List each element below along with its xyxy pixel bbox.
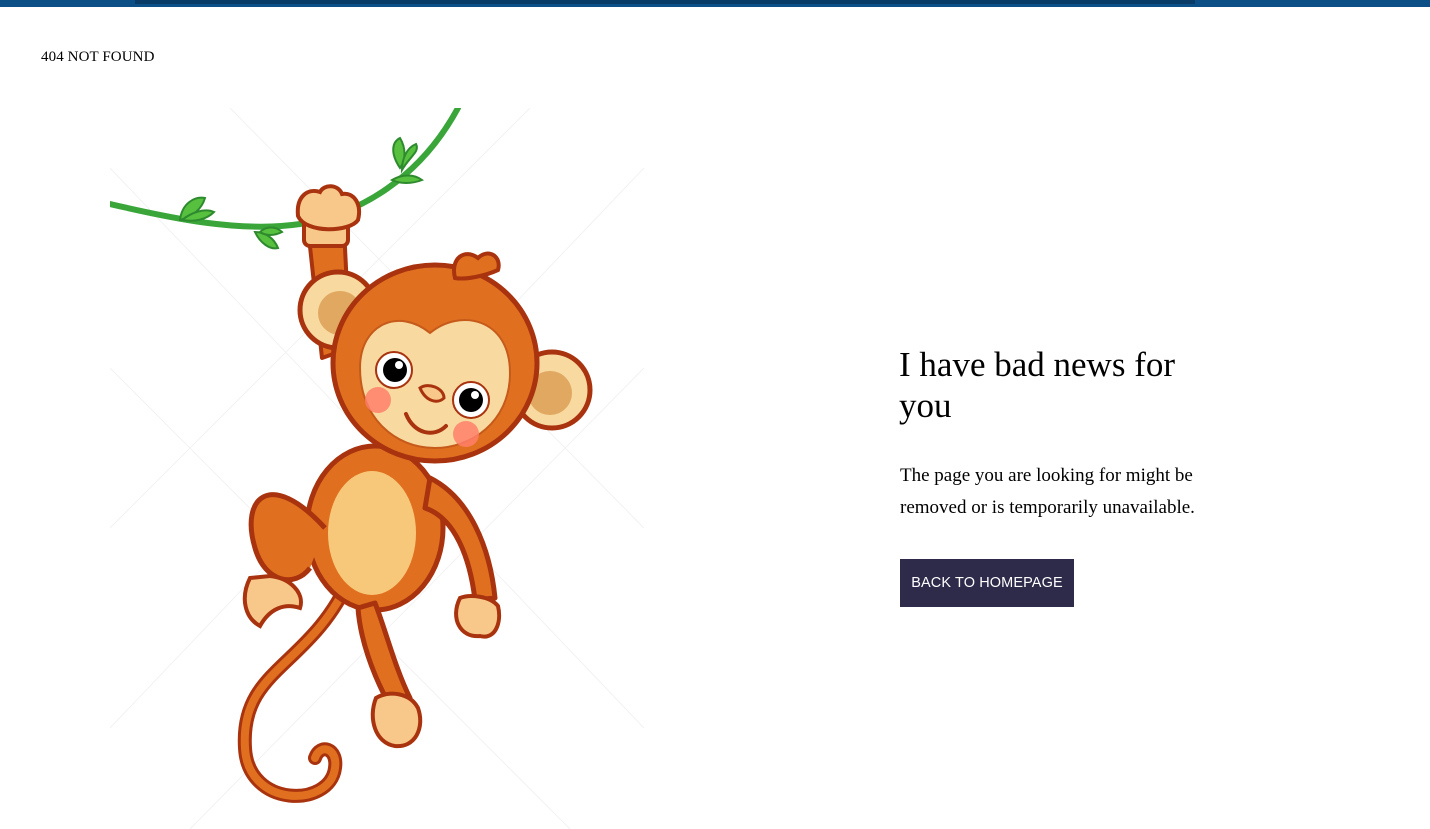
error-code-label: 404 NOT FOUND bbox=[41, 49, 155, 65]
page-headline: I have bad news for you bbox=[899, 345, 1176, 425]
back-to-homepage-button[interactable]: BACK TO HOMEPAGE bbox=[900, 559, 1074, 607]
monkey-illustration bbox=[110, 108, 644, 829]
error-message: The page you are looking for might be re… bbox=[900, 465, 1195, 518]
monkey-icon bbox=[110, 108, 644, 829]
top-accent-bar bbox=[0, 0, 1430, 7]
top-accent-bar-inner bbox=[135, 0, 1195, 4]
